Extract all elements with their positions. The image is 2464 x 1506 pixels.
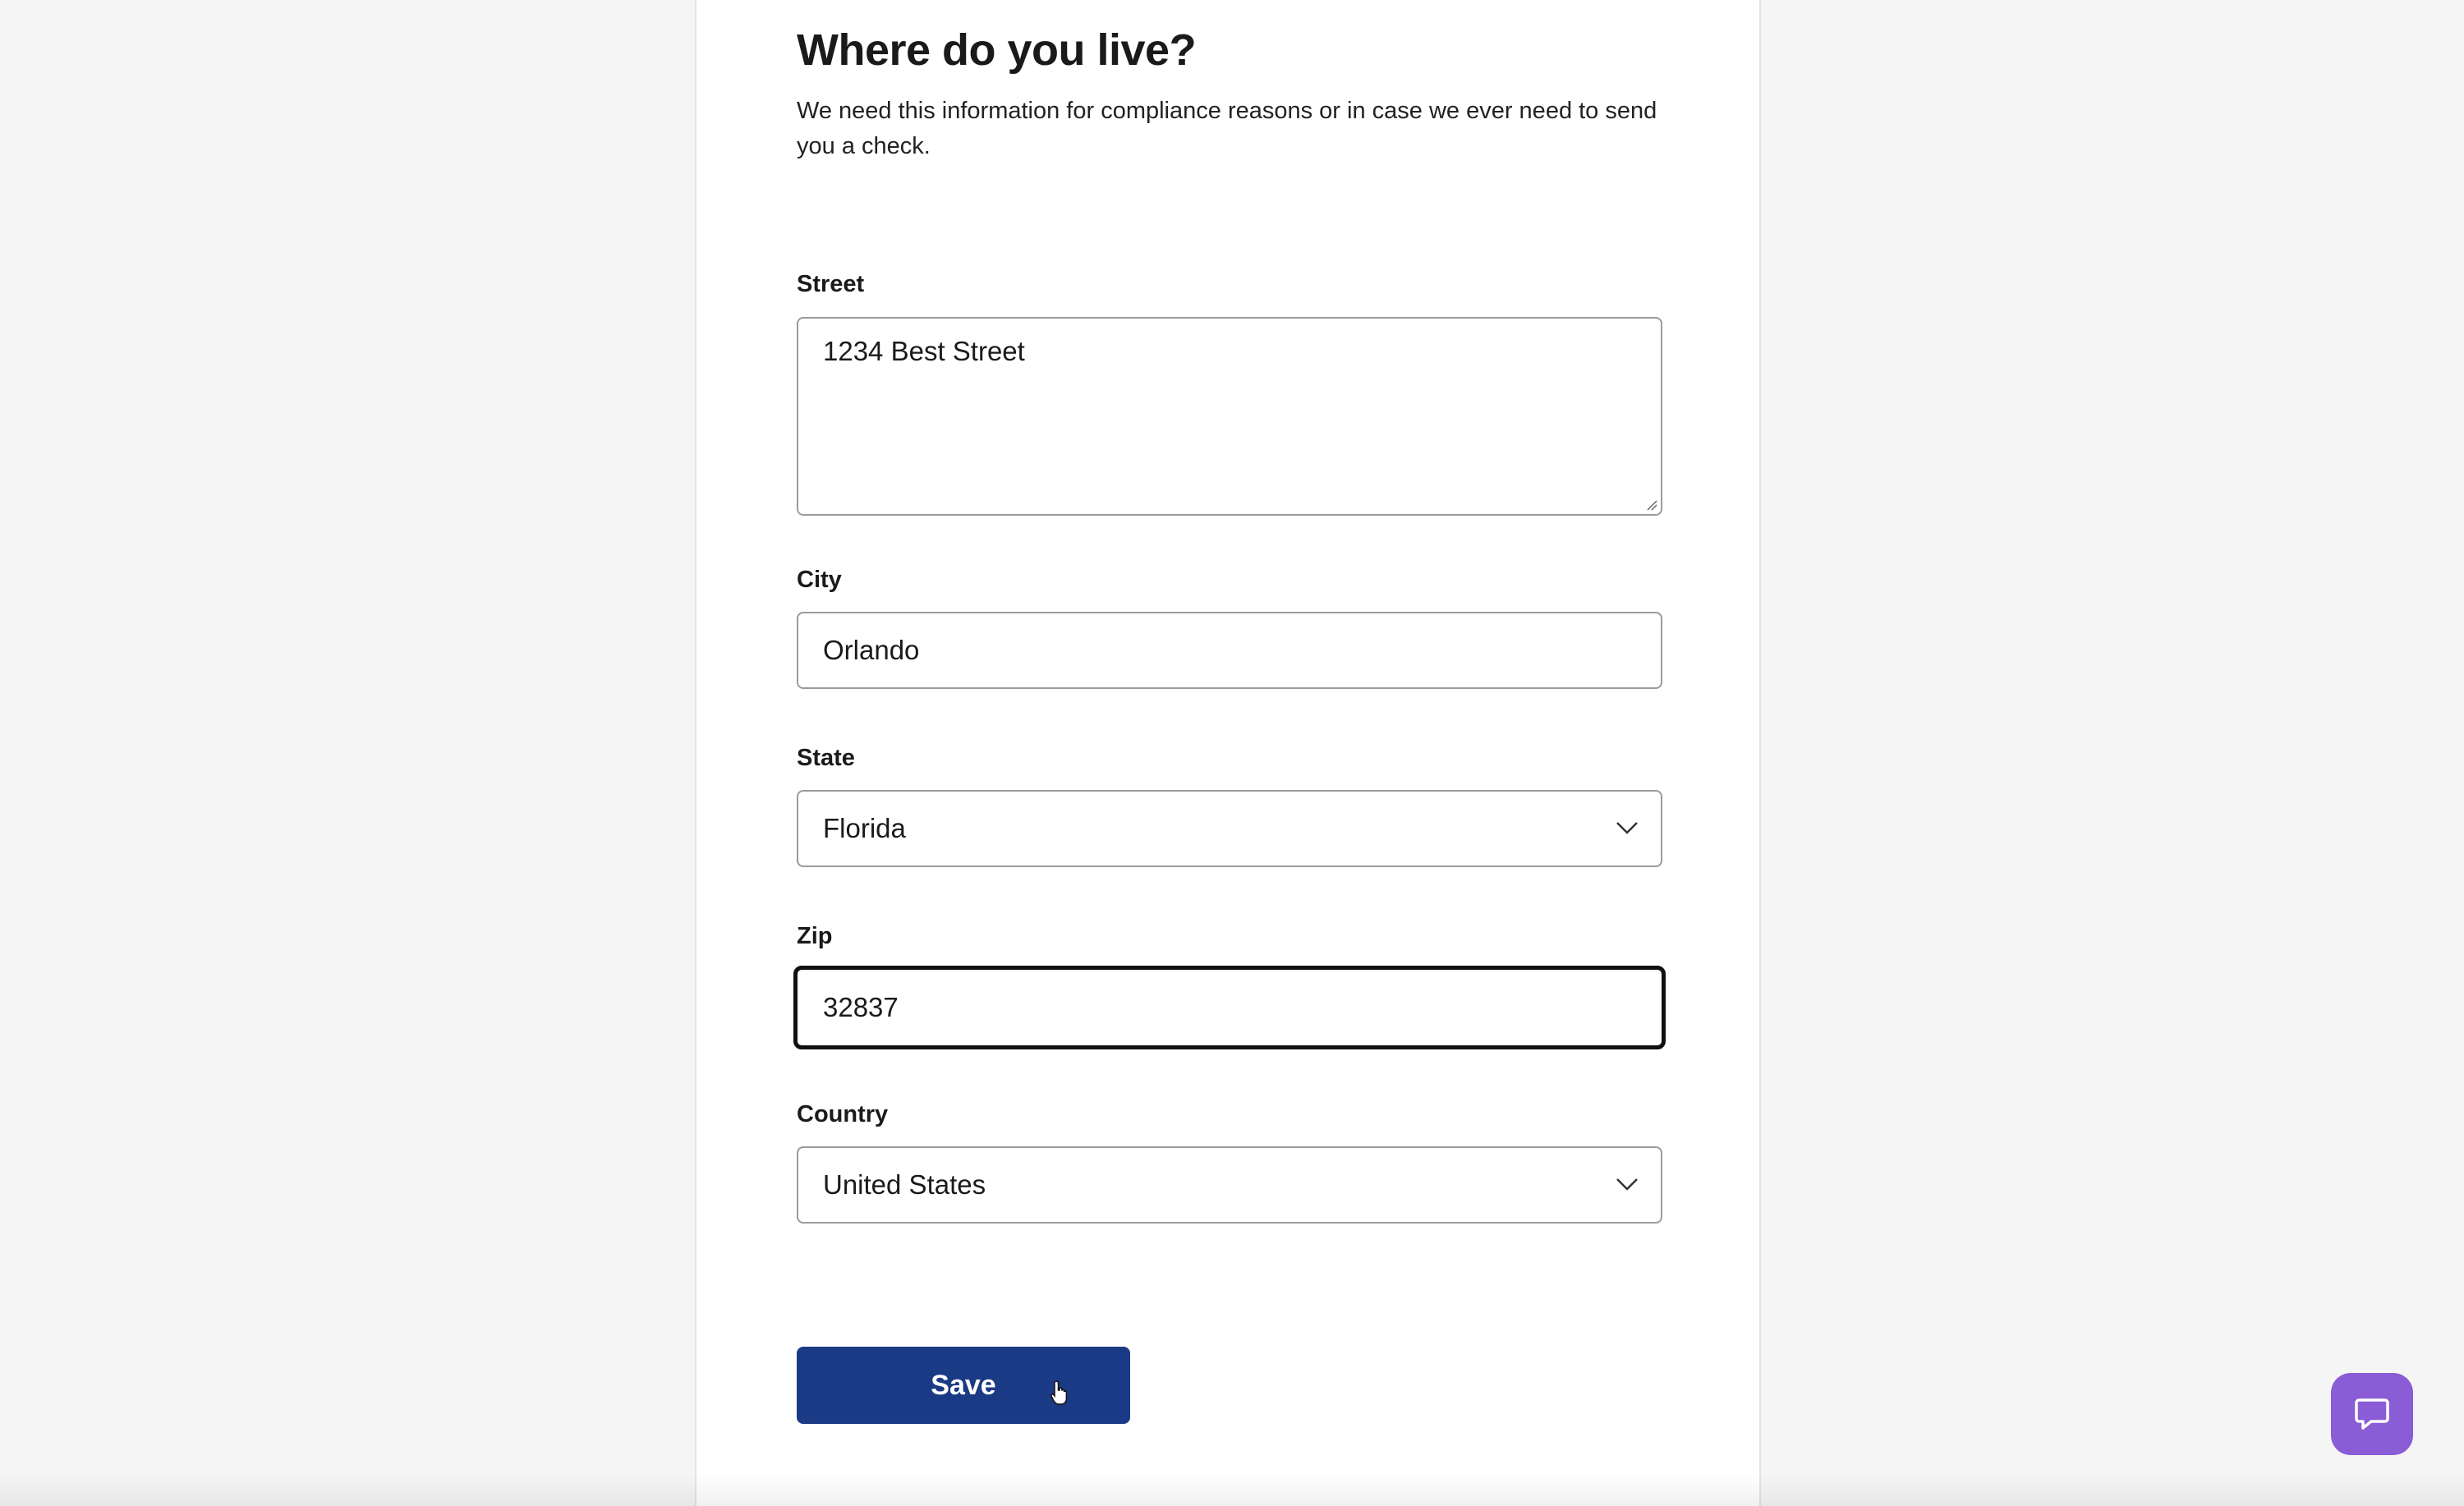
chat-bubble-icon [2355,1398,2389,1430]
city-value: Orlando [823,635,920,665]
state-value: Florida [823,813,906,843]
street-label: Street [797,271,865,297]
city-input[interactable]: Orlando [797,612,1662,689]
country-select[interactable]: United States [797,1146,1662,1224]
page-subtitle: We need this information for compliance … [797,98,1657,159]
pointer-hand-icon [1050,1380,1068,1405]
zip-value: 32837 [823,992,899,1022]
city-label: City [797,567,842,593]
country-label: Country [797,1101,889,1127]
help-chat-button[interactable] [2331,1373,2413,1455]
street-value: 1234 Best Street [823,336,1025,366]
country-value: United States [823,1169,986,1200]
bottom-shadow [0,1473,2464,1506]
form-panel: Where do you live? We need this informat… [695,0,1761,1506]
zip-input[interactable]: 32837 [793,966,1666,1049]
street-textarea[interactable]: 1234 Best Street [797,317,1662,516]
state-select[interactable]: Florida [797,790,1662,867]
page-title: Where do you live? [797,25,1197,75]
chevron-down-icon [1616,822,1638,834]
resize-grip-icon[interactable] [1646,499,1657,511]
zip-label: Zip [797,923,833,949]
state-label: State [797,745,855,771]
save-button[interactable]: Save [797,1347,1130,1424]
chevron-down-icon [1616,1178,1638,1191]
